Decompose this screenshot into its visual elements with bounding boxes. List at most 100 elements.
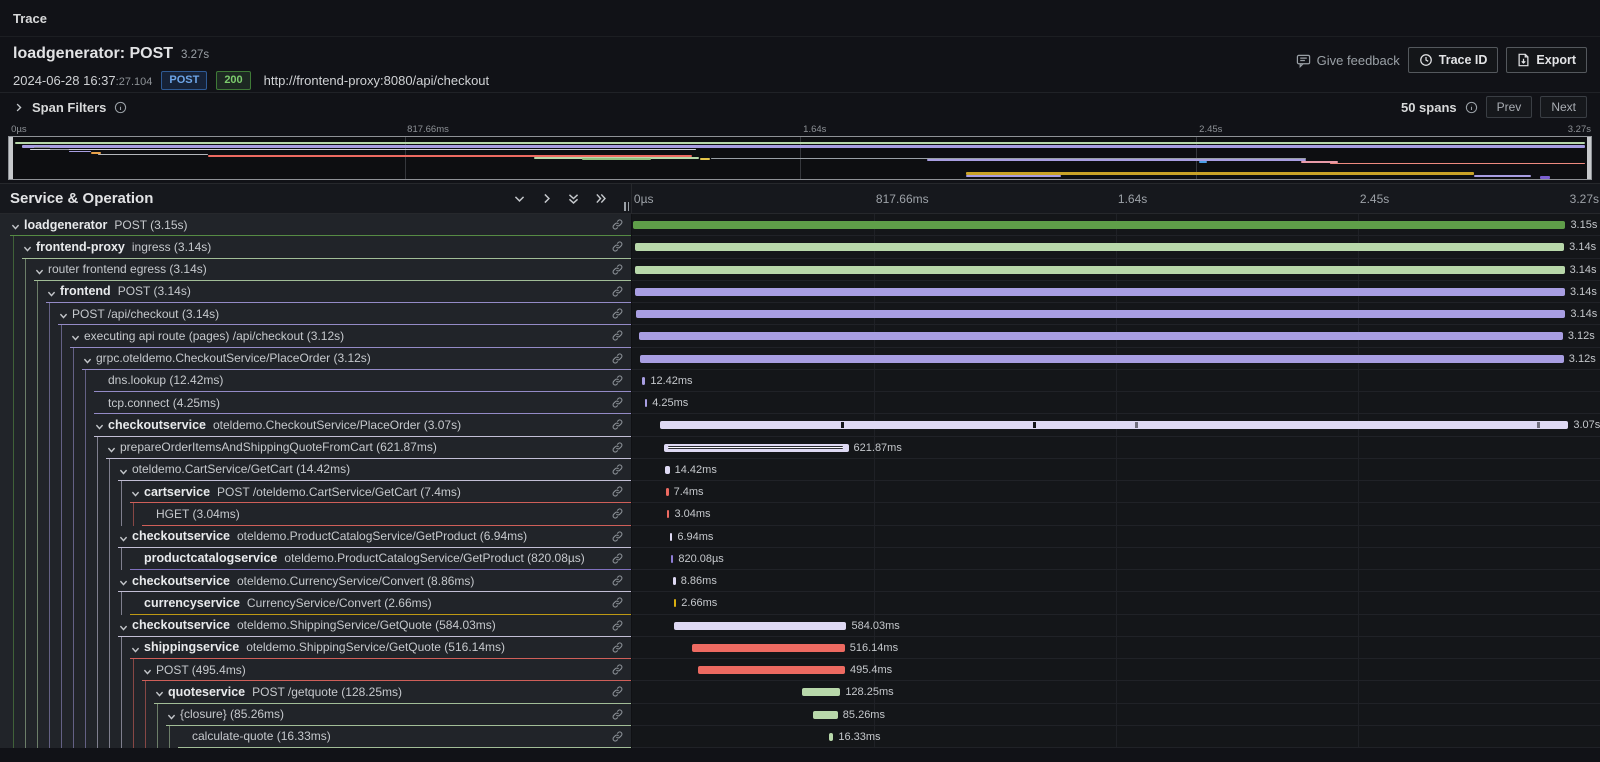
span-name-cell[interactable]: HGET (3.04ms) <box>0 503 632 525</box>
span-duration-bar[interactable] <box>664 444 848 452</box>
span-duration-bar[interactable] <box>635 266 1564 274</box>
span-row[interactable]: POST (495.4ms)495.4ms <box>0 659 1600 681</box>
span-name-cell[interactable]: oteldemo.CartService/GetCart (14.42ms) <box>0 459 632 481</box>
expand-all-icon[interactable] <box>594 192 607 205</box>
span-duration-bar[interactable] <box>635 288 1564 296</box>
span-link-icon[interactable] <box>611 596 624 614</box>
span-link-icon[interactable] <box>611 485 624 503</box>
span-name-cell[interactable]: checkoutserviceoteldemo.CheckoutService/… <box>0 414 632 436</box>
span-duration-bar[interactable] <box>673 577 676 585</box>
span-link-icon[interactable] <box>611 552 624 570</box>
span-name-cell[interactable]: POST /api/checkout (3.14s) <box>0 303 632 325</box>
span-row[interactable]: HGET (3.04ms)3.04ms <box>0 503 1600 525</box>
minimap-canvas[interactable] <box>8 136 1592 180</box>
span-name-cell[interactable]: {closure} (85.26ms) <box>0 704 632 726</box>
span-duration-bar[interactable] <box>698 666 845 674</box>
span-row[interactable]: loadgeneratorPOST (3.15s)3.15s <box>0 214 1600 236</box>
span-link-icon[interactable] <box>611 352 624 370</box>
span-row[interactable]: router frontend egress (3.14s)3.14s <box>0 259 1600 281</box>
span-name-cell[interactable]: dns.lookup (12.42ms) <box>0 370 632 392</box>
chevron-down-icon[interactable] <box>130 486 141 504</box>
span-row[interactable]: {closure} (85.26ms)85.26ms <box>0 704 1600 726</box>
span-link-icon[interactable] <box>611 685 624 703</box>
span-row[interactable]: dns.lookup (12.42ms)12.42ms <box>0 370 1600 392</box>
span-link-icon[interactable] <box>611 574 624 592</box>
span-row[interactable]: checkoutserviceoteldemo.CurrencyService/… <box>0 570 1600 592</box>
span-link-icon[interactable] <box>611 619 624 637</box>
span-link-icon[interactable] <box>611 641 624 659</box>
span-row[interactable]: shippingserviceoteldemo.ShippingService/… <box>0 637 1600 659</box>
chevron-down-icon[interactable] <box>154 686 165 704</box>
span-name-cell[interactable]: shippingserviceoteldemo.ShippingService/… <box>0 637 632 659</box>
chevron-down-icon[interactable] <box>142 664 153 682</box>
span-row[interactable]: frontendPOST (3.14s)3.14s <box>0 281 1600 303</box>
span-duration-bar[interactable] <box>636 310 1565 318</box>
span-duration-bar[interactable] <box>670 533 672 541</box>
span-link-icon[interactable] <box>611 418 624 436</box>
span-row[interactable]: grpc.oteldemo.CheckoutService/PlaceOrder… <box>0 348 1600 370</box>
span-link-icon[interactable] <box>611 329 624 347</box>
span-link-icon[interactable] <box>611 708 624 726</box>
span-duration-bar[interactable] <box>640 355 1564 363</box>
span-name-cell[interactable]: frontendPOST (3.14s) <box>0 281 632 303</box>
span-row[interactable]: frontend-proxyingress (3.14s)3.14s <box>0 236 1600 258</box>
span-link-icon[interactable] <box>611 663 624 681</box>
span-duration-bar[interactable] <box>645 399 647 407</box>
span-row[interactable]: tcp.connect (4.25ms)4.25ms <box>0 392 1600 414</box>
span-row[interactable]: checkoutserviceoteldemo.CheckoutService/… <box>0 414 1600 436</box>
span-name-cell[interactable]: quoteservicePOST /getquote (128.25ms) <box>0 681 632 703</box>
span-duration-bar[interactable] <box>667 510 669 518</box>
collapse-one-icon[interactable] <box>513 192 526 205</box>
span-duration-bar[interactable] <box>674 599 676 607</box>
span-link-icon[interactable] <box>611 374 624 392</box>
span-link-icon[interactable] <box>611 396 624 414</box>
span-duration-bar[interactable] <box>660 421 1569 429</box>
collapse-all-icon[interactable] <box>567 192 580 205</box>
chevron-down-icon[interactable] <box>22 241 33 259</box>
span-duration-bar[interactable] <box>665 466 669 474</box>
chevron-down-icon[interactable] <box>166 709 177 727</box>
span-duration-bar[interactable] <box>802 688 840 696</box>
span-name-cell[interactable]: frontend-proxyingress (3.14s) <box>0 236 632 258</box>
span-link-icon[interactable] <box>611 441 624 459</box>
span-name-cell[interactable]: prepareOrderItemsAndShippingQuoteFromCar… <box>0 437 632 459</box>
span-duration-bar[interactable] <box>671 555 673 563</box>
span-duration-bar[interactable] <box>829 733 834 741</box>
span-name-cell[interactable]: POST (495.4ms) <box>0 659 632 681</box>
chevron-down-icon[interactable] <box>10 219 21 237</box>
span-row[interactable]: cartservicePOST /oteldemo.CartService/Ge… <box>0 481 1600 503</box>
span-row[interactable]: currencyserviceCurrencyService/Convert (… <box>0 592 1600 614</box>
span-row[interactable]: prepareOrderItemsAndShippingQuoteFromCar… <box>0 437 1600 459</box>
span-row[interactable]: executing api route (pages) /api/checkou… <box>0 325 1600 347</box>
span-row[interactable]: calculate-quote (16.33ms)16.33ms <box>0 726 1600 748</box>
span-link-icon[interactable] <box>611 530 624 548</box>
span-name-cell[interactable]: productcatalogserviceoteldemo.ProductCat… <box>0 548 632 570</box>
chevron-down-icon[interactable] <box>58 308 69 326</box>
span-duration-bar[interactable] <box>635 243 1564 251</box>
span-name-cell[interactable]: tcp.connect (4.25ms) <box>0 392 632 414</box>
next-button[interactable]: Next <box>1540 96 1587 118</box>
span-name-cell[interactable]: router frontend egress (3.14s) <box>0 259 632 281</box>
chevron-down-icon[interactable] <box>46 286 57 304</box>
column-resize-grip[interactable] <box>624 202 629 211</box>
chevron-down-icon[interactable] <box>94 419 105 437</box>
minimap-left-handle[interactable] <box>9 137 13 179</box>
chevron-down-icon[interactable] <box>34 264 45 282</box>
span-link-icon[interactable] <box>611 730 624 748</box>
span-filters-label[interactable]: Span Filters <box>32 100 106 115</box>
export-button[interactable]: Export <box>1506 47 1587 73</box>
span-row[interactable]: productcatalogserviceoteldemo.ProductCat… <box>0 548 1600 570</box>
span-row[interactable]: quoteservicePOST /getquote (128.25ms)128… <box>0 681 1600 703</box>
span-row[interactable]: checkoutserviceoteldemo.ProductCatalogSe… <box>0 526 1600 548</box>
span-name-cell[interactable]: currencyserviceCurrencyService/Convert (… <box>0 592 632 614</box>
chevron-down-icon[interactable] <box>118 575 129 593</box>
chevron-down-icon[interactable] <box>82 353 93 371</box>
span-duration-bar[interactable] <box>666 488 668 496</box>
expand-one-icon[interactable] <box>540 192 553 205</box>
span-name-cell[interactable]: cartservicePOST /oteldemo.CartService/Ge… <box>0 481 632 503</box>
span-name-cell[interactable]: checkoutserviceoteldemo.CurrencyService/… <box>0 570 632 592</box>
span-name-cell[interactable]: grpc.oteldemo.CheckoutService/PlaceOrder… <box>0 348 632 370</box>
span-link-icon[interactable] <box>611 463 624 481</box>
span-name-cell[interactable]: calculate-quote (16.33ms) <box>0 726 632 748</box>
span-duration-bar[interactable] <box>674 622 847 630</box>
